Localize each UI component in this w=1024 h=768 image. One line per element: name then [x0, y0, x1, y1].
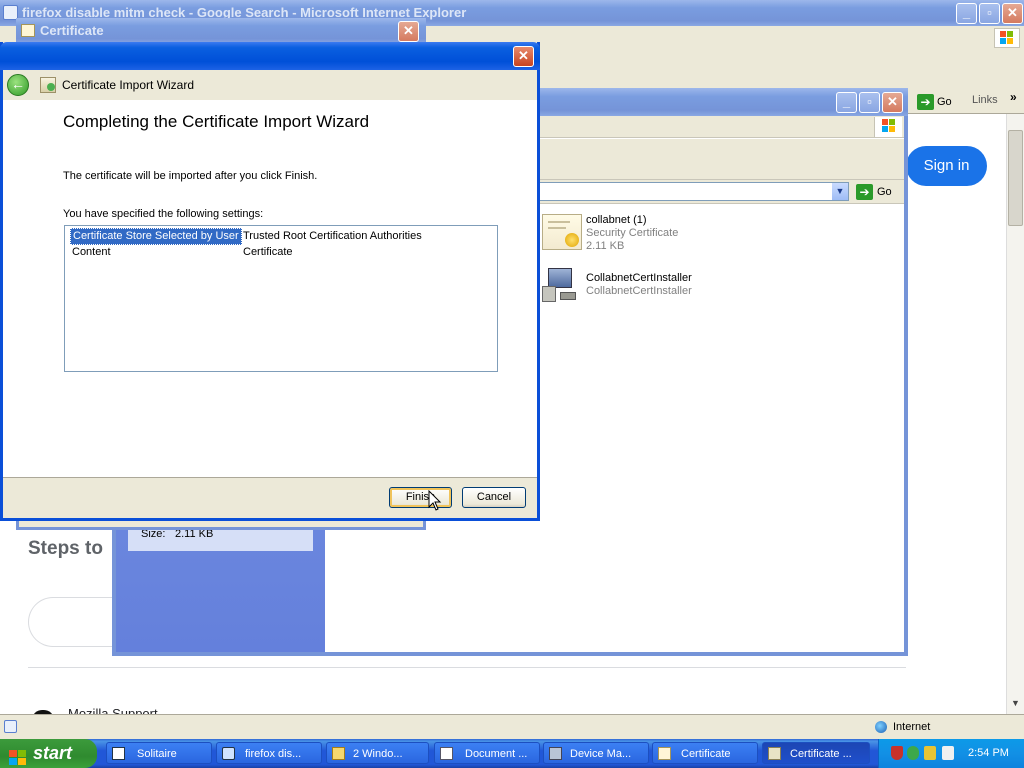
file-name: collabnet (1)	[586, 214, 647, 226]
task-ie[interactable]: firefox dis...	[216, 742, 322, 764]
task-document[interactable]: Document ...	[434, 742, 540, 764]
ie-maximize-button[interactable]: ▫	[979, 3, 1000, 24]
network-icon[interactable]	[907, 746, 919, 760]
volume-icon[interactable]	[942, 746, 954, 760]
wizard-heading: Completing the Certificate Import Wizard	[63, 112, 370, 131]
start-label: start	[33, 743, 73, 763]
task-label: Certificate	[681, 748, 731, 760]
ie-icon	[222, 747, 235, 760]
windows-logo-icon	[994, 28, 1020, 48]
shield-icon[interactable]	[891, 746, 903, 760]
file-name: CollabnetCertInstaller	[586, 272, 692, 284]
task-windows-group[interactable]: 2 Windo...	[326, 742, 429, 764]
ie-status-bar: Internet	[0, 714, 1024, 739]
explorer-windows-logo-icon	[874, 117, 902, 137]
settings-row-store[interactable]: Certificate Store Selected by User Trust…	[70, 228, 494, 245]
certificate-close-button[interactable]: ✕	[398, 21, 419, 42]
explorer-go-label: Go	[877, 186, 892, 198]
device-manager-icon	[549, 747, 562, 760]
certificate-wizard-icon	[40, 77, 56, 93]
back-arrow-icon[interactable]: ←	[7, 74, 29, 96]
explorer-go-arrow-icon: ➔	[856, 184, 873, 200]
wizard-header: ← Certificate Import Wizard	[3, 70, 537, 101]
explorer-go-button[interactable]: ➔ Go	[855, 182, 901, 202]
ie-go-button[interactable]: ➔ Go	[915, 92, 961, 112]
task-label: Document ...	[465, 748, 528, 760]
file-type: CollabnetCertInstaller	[586, 285, 692, 297]
windows-flag-icon	[9, 746, 27, 765]
task-device-manager[interactable]: Device Ma...	[543, 742, 649, 764]
file-size: 2.11 KB	[586, 240, 625, 252]
certificate-title-bar[interactable]: Certificate	[16, 18, 426, 44]
task-label: Solitaire	[137, 748, 177, 760]
certificate-window-title: Certificate	[40, 23, 104, 38]
ie-vertical-scrollbar[interactable]: ▼	[1006, 114, 1024, 714]
task-certificate-wizard[interactable]: Certificate ...	[762, 742, 870, 764]
wizard-header-title: Certificate Import Wizard	[62, 78, 195, 92]
explorer-minimize-button[interactable]: _	[836, 92, 857, 113]
security-icon[interactable]	[924, 746, 936, 760]
internet-zone-label: Internet	[893, 721, 931, 733]
folder-icon	[332, 747, 345, 760]
file-item-installer[interactable]: CollabnetCertInstaller CollabnetCertInst…	[538, 264, 738, 304]
certificate-file-icon	[542, 214, 582, 250]
task-solitaire[interactable]: Solitaire	[106, 742, 212, 764]
finish-button[interactable]: Finish	[389, 487, 452, 508]
file-type: Security Certificate	[586, 227, 679, 239]
support-site-name: Mozilla Support	[68, 706, 158, 714]
internet-zone-icon	[875, 721, 887, 733]
solitaire-icon	[112, 747, 125, 760]
chevron-right-icon[interactable]: »	[1010, 90, 1017, 104]
certificate-task-icon	[658, 747, 671, 760]
wizard-footer	[3, 477, 537, 518]
setting-key: Certificate Store Selected by User	[70, 228, 242, 245]
wizard-intro-text: The certificate will be imported after y…	[63, 170, 318, 182]
ie-minimize-button[interactable]: _	[956, 3, 977, 24]
task-label: 2 Windo...	[353, 748, 403, 760]
content-divider	[28, 667, 906, 668]
scroll-thumb[interactable]	[1008, 130, 1023, 226]
task-label: Certificate ...	[790, 748, 852, 760]
task-label: firefox dis...	[245, 748, 302, 760]
document-icon	[440, 747, 453, 760]
search-result-box[interactable]	[28, 597, 118, 647]
clock[interactable]: 2:54 PM	[968, 747, 1009, 759]
system-tray: 2:54 PM	[878, 739, 1024, 768]
scroll-down-arrow-icon[interactable]: ▼	[1011, 698, 1020, 708]
setting-value: Trusted Root Certification Authorities	[243, 230, 422, 242]
installer-computer-icon	[542, 268, 578, 302]
wizard-title-bar[interactable]	[0, 42, 540, 70]
cancel-button[interactable]: Cancel	[462, 487, 526, 508]
wizard-close-button[interactable]: ✕	[513, 46, 534, 67]
task-label: Device Ma...	[570, 748, 632, 760]
certificate-wizard-task-icon	[768, 747, 781, 760]
settings-list[interactable]: Certificate Store Selected by User Trust…	[64, 225, 498, 372]
file-item-certificate[interactable]: collabnet (1) Security Certificate 2.11 …	[538, 210, 738, 256]
address-dropdown-icon[interactable]: ▼	[832, 183, 848, 200]
sign-in-button[interactable]: Sign in	[906, 146, 987, 186]
certificate-window-icon	[21, 24, 35, 37]
explorer-close-button[interactable]: ✕	[882, 92, 903, 113]
settings-label: You have specified the following setting…	[63, 208, 264, 220]
task-certificate[interactable]: Certificate	[652, 742, 758, 764]
ie-go-label: Go	[937, 96, 952, 108]
setting-value: Certificate	[243, 246, 293, 258]
settings-row-content[interactable]: Content Certificate	[70, 245, 494, 260]
mouse-pointer-icon	[428, 490, 442, 511]
setting-key: Content	[72, 246, 111, 258]
ie-close-button[interactable]: ✕	[1002, 3, 1023, 24]
start-button[interactable]: start	[0, 739, 97, 768]
steps-heading: Steps to	[28, 538, 103, 559]
page-status-icon	[4, 720, 17, 733]
explorer-maximize-button[interactable]: ▫	[859, 92, 880, 113]
links-button[interactable]: Links	[972, 94, 998, 106]
go-arrow-icon: ➔	[917, 94, 934, 110]
